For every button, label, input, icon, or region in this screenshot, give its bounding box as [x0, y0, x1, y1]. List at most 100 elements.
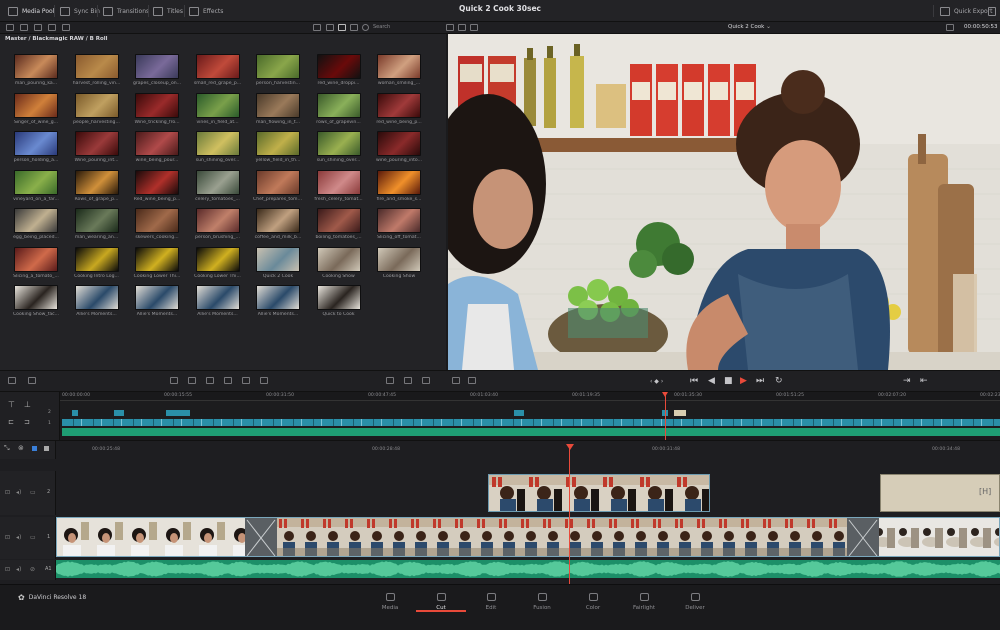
media-clip[interactable]: Rows_of_grape_p...	[74, 169, 121, 202]
append-icon[interactable]	[188, 377, 196, 384]
media-clip[interactable]: small_red_grape_p...	[194, 54, 242, 86]
media-clip[interactable]: Slicing_off_tomat...	[377, 208, 423, 240]
media-clip[interactable]: Cooking Show	[316, 246, 363, 279]
page-cut[interactable]: Cut	[416, 593, 466, 615]
timeline-name[interactable]: Quick 2 Cook	[728, 24, 764, 30]
page-media[interactable]: Media	[365, 593, 415, 615]
track-video-icon[interactable]: ⊏	[8, 418, 14, 426]
clip-v2-title[interactable]: [H]	[880, 474, 1000, 512]
media-clip[interactable]: people_harvesting...	[73, 92, 121, 125]
monitor-icon[interactable]: ▭	[30, 489, 36, 496]
media-clip[interactable]: sun_shining_over...	[316, 131, 363, 163]
page-color[interactable]: Color	[568, 593, 618, 615]
close-up-icon[interactable]	[224, 377, 232, 384]
clip-viewer-icon[interactable]	[470, 24, 478, 31]
media-clip[interactable]: wine_being_pour...	[135, 131, 181, 163]
upper-playhead-marker[interactable]	[662, 392, 668, 397]
media-clip[interactable]: man_wearing_an...	[74, 208, 121, 240]
media-clip[interactable]: red_wine_being_p...	[376, 92, 423, 125]
stop-icon[interactable]: ■	[724, 376, 733, 386]
search-icon[interactable]	[362, 24, 369, 31]
loop-icon[interactable]: ↻	[775, 376, 783, 386]
import-folder-icon[interactable]	[34, 24, 42, 31]
media-clip[interactable]: vines_in_field_at...	[195, 92, 242, 125]
media-clip[interactable]: Red_wine_being_p...	[134, 169, 181, 202]
media-clip[interactable]: red_wine_droppi...	[316, 54, 363, 86]
viewer-mode-icon[interactable]	[386, 377, 394, 384]
media-clip[interactable]: man_pouring_ka...	[14, 54, 60, 86]
place-on-top-icon[interactable]	[242, 377, 250, 384]
jog-icon[interactable]: ‹ ◆ ›	[650, 378, 663, 385]
track-audio-icon[interactable]: ⊐	[24, 418, 30, 426]
grid-view-icon[interactable]	[338, 24, 346, 31]
safe-area-icon[interactable]	[458, 24, 466, 31]
media-clip[interactable]: Slicing_a_tomato_...	[13, 246, 60, 279]
smart-insert-icon[interactable]	[170, 377, 178, 384]
upper-timeline-ruler[interactable]: 00:00:00:00 00:00:15:55 00:00:31:50 00:00:4…	[60, 392, 1000, 401]
go-to-end-icon[interactable]: ⏭	[756, 376, 764, 386]
fullscreen-button[interactable]	[988, 5, 996, 17]
media-clip[interactable]: Cooking Lower Thi...	[134, 246, 181, 279]
bin-list-icon[interactable]	[6, 24, 14, 31]
media-clip[interactable]: Chef_prepares_tomat...	[253, 169, 303, 202]
scissors-icon[interactable]	[28, 377, 36, 384]
media-clip[interactable]: fresh_celery_tomat...	[314, 169, 363, 202]
media-clip[interactable]: Quick to Cook	[316, 285, 363, 317]
media-clip[interactable]: Cooking Show	[377, 246, 423, 279]
media-clip[interactable]: Allie's Moments...	[256, 285, 302, 317]
ripple-overwrite-icon[interactable]	[206, 377, 214, 384]
sync-icon[interactable]	[48, 24, 56, 31]
media-clip[interactable]: person_harvestin...	[256, 54, 302, 86]
lower-timeline-ruler[interactable]: 00:00:25:48 00:00:28:48 00:00:31:48 00:00:3…	[56, 446, 1000, 456]
media-clip[interactable]: Cooking Show_fac...	[13, 285, 60, 317]
search-label[interactable]: Search	[373, 24, 390, 30]
sort-icon[interactable]	[313, 24, 321, 31]
import-icon[interactable]	[20, 24, 28, 31]
page-fairlight[interactable]: Fairlight	[619, 593, 669, 615]
media-clip[interactable]: egg_being_placed...	[13, 208, 60, 240]
media-clip[interactable]: person_brushing_...	[195, 208, 242, 240]
lock-icon[interactable]: ⊡	[5, 489, 10, 496]
play-icon[interactable]: ▶	[740, 376, 747, 386]
lower-timeline[interactable]: ⤡ ⊗ 00:00:25:48 00:00:28:48 00:00:31:48 00:…	[0, 440, 1000, 585]
go-to-start-icon[interactable]: ⏮	[690, 376, 698, 386]
flag-icon[interactable]	[32, 446, 37, 451]
media-clip[interactable]: fire_and_smoke_s...	[377, 169, 423, 202]
tools-icon[interactable]	[422, 377, 430, 384]
media-clip[interactable]: skewers_cooking...	[135, 208, 181, 240]
media-clip[interactable]: harvest_rolling_vin...	[73, 54, 121, 86]
viewer-mode-icon[interactable]	[446, 24, 454, 31]
smart-bin-icon[interactable]	[8, 377, 16, 384]
media-clip[interactable]: Cooking Lower Thi...	[194, 246, 242, 279]
upper-track-a1[interactable]	[62, 428, 1000, 436]
media-clip[interactable]: celery_tomatoes_...	[195, 169, 242, 202]
clip-v1[interactable]	[56, 517, 1000, 557]
media-clip[interactable]: rows_of_grapevin...	[316, 92, 363, 125]
page-fusion[interactable]: Fusion	[517, 593, 567, 615]
speaker-icon[interactable]: ◂)	[16, 534, 21, 541]
page-edit[interactable]: Edit	[466, 593, 516, 615]
media-clip[interactable]: man_flowing_in_t...	[256, 92, 302, 125]
quick-export-button[interactable]: Quick Export	[940, 5, 993, 17]
media-clip[interactable]: coffee_and_milk_b...	[255, 208, 302, 240]
media-clip[interactable]: Allie's Moments...	[74, 285, 121, 317]
media-clip[interactable]: boiling_tomatoes_...	[315, 208, 363, 240]
breadcrumb[interactable]: Master / Blackmagic RAW / B Roll	[5, 36, 108, 42]
media-clip[interactable]: grapes_closeup_on...	[133, 54, 181, 86]
link-icon[interactable]: ⊗	[18, 444, 24, 452]
media-clip[interactable]: Singer_of_wine_g...	[14, 92, 60, 125]
media-clip[interactable]: Cooking Intro Log...	[74, 246, 121, 279]
media-clip[interactable]: wine_pouring_into...	[376, 131, 423, 163]
lock-icon[interactable]: ⊡	[5, 534, 10, 541]
expand-icon[interactable]: ⊥	[24, 400, 31, 409]
media-clip[interactable]: Allie's Moments...	[135, 285, 181, 317]
media-clip[interactable]: Wine_trickling_fro...	[134, 92, 181, 125]
marker-icon[interactable]	[44, 446, 49, 451]
media-clip[interactable]: person_holding_a...	[14, 131, 60, 163]
strip-view-icon[interactable]	[350, 24, 358, 31]
playhead-marker[interactable]	[566, 444, 574, 450]
media-clip[interactable]: Allie's Moments...	[195, 285, 242, 317]
speaker-icon[interactable]: ◂)	[16, 489, 21, 496]
viewer-options-icon[interactable]	[946, 24, 954, 31]
overlay-icon[interactable]	[404, 377, 412, 384]
